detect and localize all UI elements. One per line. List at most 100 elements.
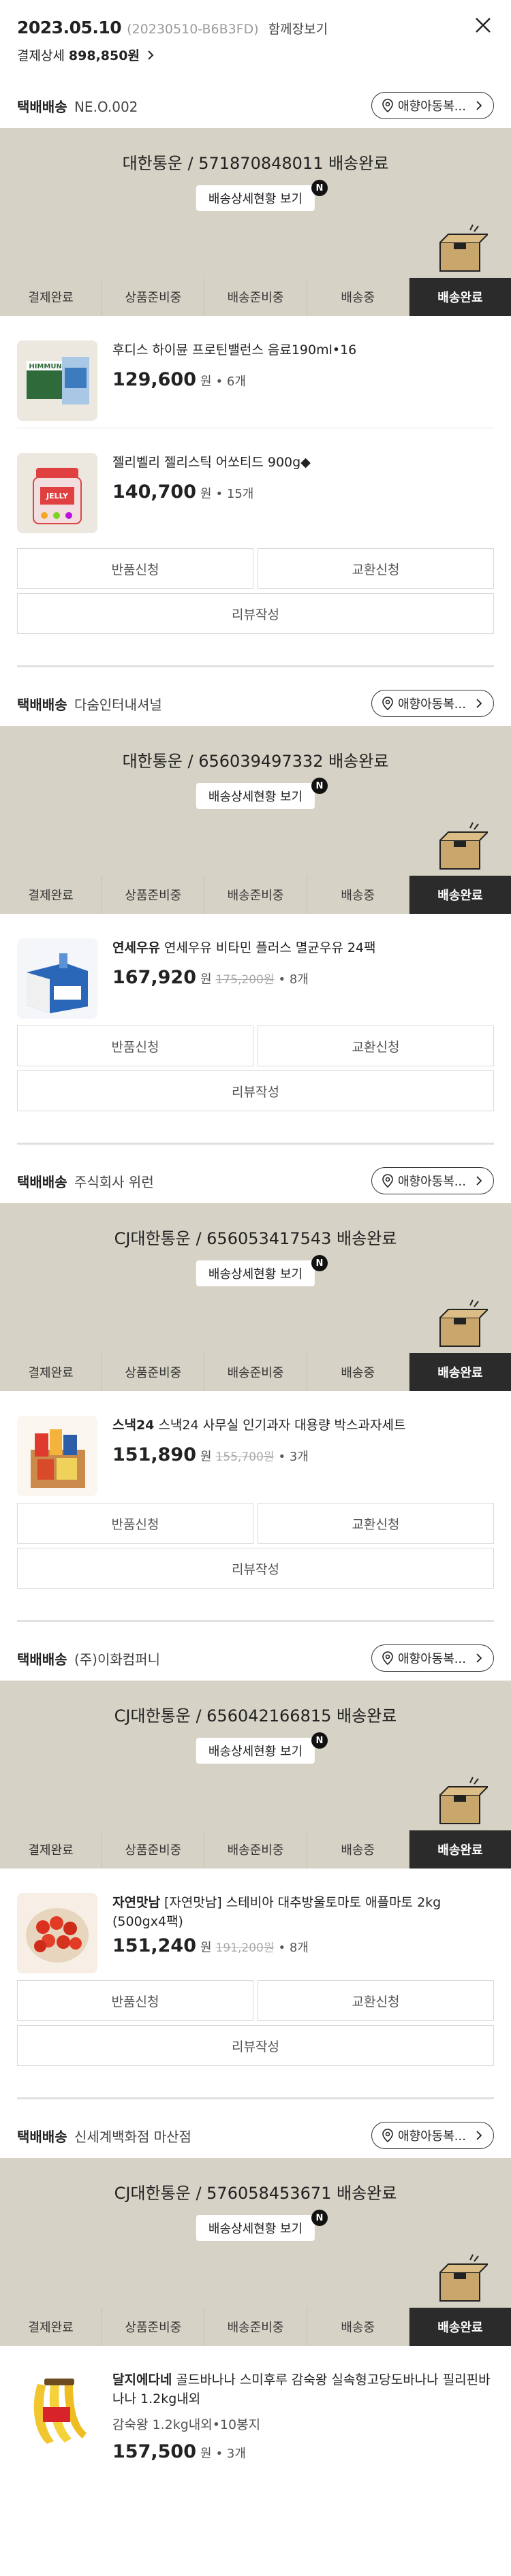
destination-button[interactable]: 애향아동복...	[371, 1167, 494, 1194]
location-pin-icon	[382, 697, 393, 710]
product-name: 연세우유 연세우유 비타민 플러스 멸균우유 24팩	[112, 938, 494, 957]
return-request-button[interactable]: 반품신청	[17, 1980, 253, 2021]
delivery-detail-button[interactable]: 배송상세현황 보기	[196, 185, 315, 211]
product-image[interactable]: JELLY	[17, 453, 97, 533]
delivery-detail-button[interactable]: 배송상세현황 보기	[196, 2215, 315, 2241]
product-image[interactable]: HIMMUNE	[17, 340, 97, 421]
new-badge: N	[311, 2210, 328, 2226]
svg-text:JELLY: JELLY	[46, 492, 69, 500]
step-delivered: 배송완료	[409, 278, 511, 316]
price-unit: 원	[200, 2447, 212, 2461]
product-name: 달지에다네 골드바나나 스미후루 감숙왕 실속형고당도바나나 필리핀바나나 1.…	[112, 2370, 494, 2408]
new-badge: N	[311, 778, 328, 794]
destination-label: 애향아동복...	[398, 99, 466, 114]
delivery-status-area: 대한통운 / 571870848011 배송완료 배송상세현황 보기 N	[0, 128, 511, 278]
product-quantity: • 8개	[278, 1941, 309, 1955]
step-paid: 결제완료	[0, 876, 103, 914]
product-item[interactable]: 연세우유 연세우유 비타민 플러스 멸균우유 24팩 167,920 원 175,2…	[0, 914, 511, 1025]
exchange-request-button[interactable]: 교환신청	[258, 548, 494, 589]
destination-button[interactable]: 애향아동복...	[371, 690, 494, 717]
step-delivered: 배송완료	[409, 1830, 511, 1869]
step-delivered: 배송완료	[409, 876, 511, 914]
destination-label: 애향아동복...	[398, 1652, 466, 1666]
delivery-status-area: CJ대한통운 / 656042166815 배송완료 배송상세현황 보기 N	[0, 1681, 511, 1830]
seller-name: 주식회사 위런	[74, 1173, 154, 1190]
return-request-button[interactable]: 반품신청	[17, 1503, 253, 1544]
delivery-detail-button[interactable]: 배송상세현황 보기	[196, 783, 315, 809]
product-image[interactable]	[17, 1893, 97, 1973]
shipment: 택배배송 (주)이화컴퍼니 애향아동복... CJ대한통운 / 65604216…	[0, 1636, 511, 2099]
destination-button[interactable]: 애향아동복...	[371, 1644, 494, 1672]
original-price: 191,200원	[215, 1941, 275, 1955]
exchange-request-button[interactable]: 교환신청	[258, 1980, 494, 2021]
product-brand: 달지에다네	[112, 2372, 172, 2387]
step-shipping: 배송중	[307, 2308, 409, 2346]
product-item[interactable]: 자연맛남 [자연맛남] 스테비아 대추방울토마토 애플마토 2kg (500gx…	[0, 1869, 511, 1980]
shipment-title: 택배배송 NE.O.002	[17, 96, 138, 116]
chevron-right-icon	[148, 50, 154, 60]
action-buttons: 반품신청 교환신청 리뷰작성	[0, 1503, 511, 1589]
return-request-button[interactable]: 반품신청	[17, 1025, 253, 1066]
payment-detail-link[interactable]: 결제상세 898,850원	[17, 46, 494, 64]
product-item[interactable]: HIMMUNE 후디스 하이뮨 프로틴밸런스 음료190ml•16 129,60…	[0, 316, 511, 428]
product-quantity: • 3개	[215, 2447, 246, 2461]
delivery-detail-button[interactable]: 배송상세현황 보기	[196, 1738, 315, 1764]
step-shipping: 배송중	[307, 1830, 409, 1869]
price-unit: 원	[200, 487, 212, 501]
product-image[interactable]	[17, 938, 97, 1019]
step-preparing-item: 상품준비중	[102, 278, 205, 316]
section-divider	[17, 1143, 494, 1145]
write-review-button[interactable]: 리뷰작성	[17, 2025, 494, 2066]
product-item[interactable]: 달지에다네 골드바나나 스미후루 감숙왕 실속형고당도바나나 필리핀바나나 1.…	[0, 2346, 511, 2482]
product-name: 후디스 하이뮨 프로틴밸런스 음료190ml•16	[112, 343, 357, 357]
carrier-tracking: CJ대한통운 / 656042166815 배송완료	[114, 1706, 397, 1726]
product-name: 젤리벨리 젤리스틱 어쏘티드 900g◆	[112, 455, 311, 470]
step-preparing-shipping: 배송준비중	[204, 1353, 307, 1391]
seller-name: 다숨인터내셔널	[74, 696, 162, 713]
delivery-steps: 결제완료 상품준비중 배송준비중 배송중 배송완료	[0, 2308, 511, 2346]
step-preparing-item: 상품준비중	[102, 876, 205, 914]
exchange-request-button[interactable]: 교환신청	[258, 1025, 494, 1066]
chevron-right-icon	[476, 1653, 482, 1663]
product-option: 감숙왕 1.2kg내외•10봉지	[112, 2417, 261, 2432]
write-review-button[interactable]: 리뷰작성	[17, 1070, 494, 1111]
delivery-detail-button[interactable]: 배송상세현황 보기	[196, 1260, 315, 1286]
destination-button[interactable]: 애향아동복...	[371, 2122, 494, 2149]
product-item[interactable]: 스낵24 스낵24 사무실 인기과자 대용량 박스과자세트 151,890 원 15…	[0, 1391, 511, 1503]
action-buttons: 반품신청 교환신청 리뷰작성	[0, 1025, 511, 1111]
destination-button[interactable]: 애향아동복...	[371, 92, 494, 119]
cart-view-link[interactable]: 함께장보기	[268, 19, 328, 37]
product-price: 151,240	[112, 1935, 196, 1956]
product-image[interactable]	[17, 2370, 97, 2451]
product-item[interactable]: JELLY 젤리벨리 젤리스틱 어쏘티드 900g◆ 140,700 원 • 15개	[0, 428, 511, 540]
chevron-right-icon	[471, 98, 486, 113]
carrier-tracking: CJ대한통운 / 576058453671 배송완료	[114, 2184, 397, 2203]
product-price: 129,600	[112, 369, 196, 390]
write-review-button[interactable]: 리뷰작성	[17, 1548, 494, 1589]
step-preparing-shipping: 배송준비중	[204, 2308, 307, 2346]
seller-name: 신세계백화점 마산점	[74, 2128, 191, 2145]
shipment-title: 택배배송 신세계백화점 마산점	[17, 2126, 191, 2146]
new-badge: N	[311, 180, 328, 196]
close-icon[interactable]	[473, 15, 493, 35]
product-brand: 스낵24	[112, 1418, 155, 1433]
section-divider	[17, 2097, 494, 2099]
location-pin-icon	[382, 99, 393, 112]
step-paid: 결제완료	[0, 1830, 103, 1869]
exchange-request-button[interactable]: 교환신청	[258, 1503, 494, 1544]
product-image[interactable]	[17, 1416, 97, 1496]
action-buttons: 반품신청 교환신청 리뷰작성	[0, 1980, 511, 2066]
new-badge: N	[311, 1255, 328, 1271]
payment-label: 결제상세	[17, 48, 65, 63]
payment-amount: 898,850원	[68, 48, 140, 63]
original-price: 175,200원	[215, 973, 275, 987]
step-preparing-shipping: 배송준비중	[204, 278, 307, 316]
order-number: (20230510-B6B3FD)	[127, 22, 259, 37]
return-request-button[interactable]: 반품신청	[17, 548, 253, 589]
delivery-steps: 결제완료 상품준비중 배송준비중 배송중 배송완료	[0, 1830, 511, 1869]
write-review-button[interactable]: 리뷰작성	[17, 593, 494, 634]
seller-name: NE.O.002	[74, 98, 138, 115]
original-price: 155,700원	[215, 1450, 275, 1464]
parcel-box-icon	[439, 2254, 488, 2302]
action-buttons: 반품신청 교환신청 리뷰작성	[0, 548, 511, 634]
